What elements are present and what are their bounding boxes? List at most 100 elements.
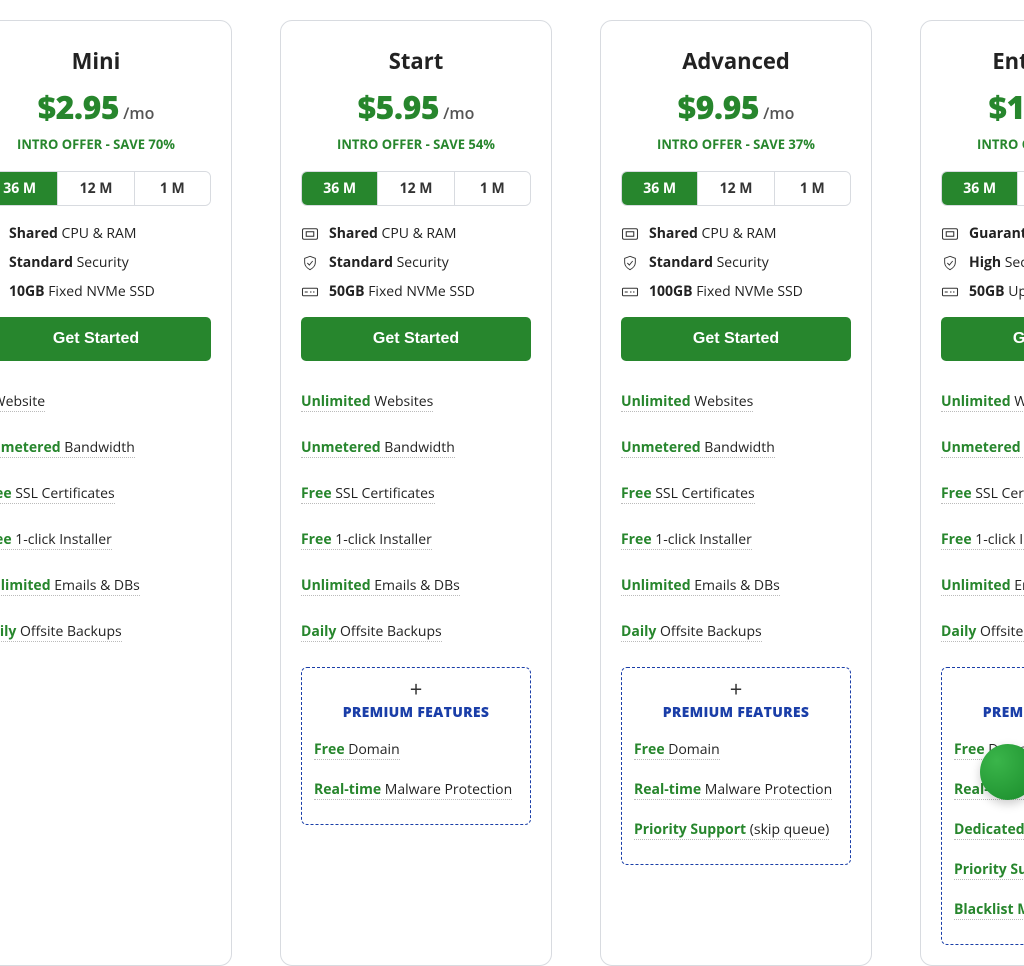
spec-list: Shared CPU & RAM Standard Security 100GB F…	[621, 224, 851, 301]
term-option[interactable]: 36 M	[622, 172, 697, 205]
ssd-icon	[301, 284, 319, 300]
premium-box: +PREMIUM FEATURESFree DomainReal-time Ma…	[301, 667, 531, 825]
premium-feature-item: Free Domain	[634, 740, 720, 760]
cpu-icon	[941, 226, 959, 242]
price-row: $9.95/mo	[621, 86, 851, 129]
term-selector: 36 M12 M1 M	[0, 171, 211, 206]
spec-row: Shared CPU & RAM	[0, 224, 211, 243]
feature-list: Unlimited WebsitesUnmetered BandwidthFre…	[621, 379, 851, 655]
feature-item: Daily Offsite Backups	[941, 622, 1024, 642]
term-selector: 36 M12 M1 M	[941, 171, 1024, 206]
spec-text: 50GB Fixed NVMe SSD	[329, 282, 475, 301]
plan-name: Entry Cloud	[941, 46, 1024, 76]
premium-feature-list: Free Domain Real-time Malware Protection P…	[634, 730, 838, 850]
get-started-button[interactable]: Get Started	[941, 317, 1024, 361]
spec-row: Shared CPU & RAM	[621, 224, 851, 243]
spec-row: 10GB Fixed NVMe SSD	[0, 282, 211, 301]
term-option[interactable]: 12 M	[1017, 172, 1024, 205]
spec-text: Shared CPU & RAM	[649, 224, 777, 243]
ssd-icon	[941, 284, 959, 300]
price-row: $5.95/mo	[301, 86, 531, 129]
feature-item: Unlimited Websites	[941, 392, 1024, 412]
get-started-button[interactable]: Get Started	[0, 317, 211, 361]
ssd-icon	[621, 284, 639, 300]
feature-item: Free SSL Certificates	[621, 484, 755, 504]
feature-item: Unlimited Emails & DBs	[0, 576, 140, 596]
premium-box: +PREMIUM FEATURESFree DomainReal-time Ma…	[941, 667, 1024, 945]
intro-offer: INTRO OFFER - SAVE 40%	[941, 135, 1024, 153]
pricing-card: Start$5.95/moINTRO OFFER - SAVE 54%36 M1…	[280, 20, 552, 966]
feature-item: Free SSL Certificates	[301, 484, 435, 504]
feature-item: Daily Offsite Backups	[301, 622, 442, 642]
spec-row: Guaranteed CPU & RAM	[941, 224, 1024, 243]
term-selector: 36 M12 M1 M	[621, 171, 851, 206]
premium-feature-item: Dedicated IP Address	[954, 820, 1024, 840]
term-option[interactable]: 1 M	[134, 172, 210, 205]
shield-icon	[301, 255, 319, 271]
plus-icon: +	[634, 678, 838, 700]
premium-box: + PREMIUM FEATURES Free Domain Real-time Ma…	[621, 667, 851, 865]
get-started-button[interactable]: Get Started	[301, 317, 531, 361]
get-started-button[interactable]: Get Started	[621, 317, 851, 361]
plan-name: Mini	[0, 46, 211, 76]
cpu-icon	[301, 226, 319, 242]
spec-text: 10GB Fixed NVMe SSD	[9, 282, 155, 301]
spec-row: 50GB Upgradeable NVMe SSD	[941, 282, 1024, 301]
term-selector: 36 M12 M1 M	[301, 171, 531, 206]
price-period: /mo	[763, 102, 794, 124]
feature-item: Unlimited Emails & DBs	[301, 576, 460, 596]
spec-text: Shared CPU & RAM	[329, 224, 457, 243]
spec-row: 50GB Fixed NVMe SSD	[301, 282, 531, 301]
feature-list: Unlimited WebsitesUnmetered BandwidthFre…	[941, 379, 1024, 655]
spec-row: Standard Security	[621, 253, 851, 272]
shield-icon	[621, 255, 639, 271]
spec-text: 100GB Fixed NVMe SSD	[649, 282, 803, 301]
term-option[interactable]: 36 M	[0, 172, 57, 205]
feature-item: Free 1-click Installer	[0, 530, 112, 550]
spec-text: Standard Security	[329, 253, 449, 272]
feature-item: Free 1-click Installer	[301, 530, 432, 550]
feature-list: 1 WebsiteUnmetered BandwidthFree SSL Cer…	[0, 379, 211, 655]
term-option[interactable]: 12 M	[57, 172, 133, 205]
spec-row: Shared CPU & RAM	[301, 224, 531, 243]
feature-item: Daily Offsite Backups	[621, 622, 762, 642]
spec-text: Guaranteed CPU & RAM	[969, 224, 1024, 243]
feature-item: Free SSL Certificates	[941, 484, 1024, 504]
term-option[interactable]: 12 M	[697, 172, 773, 205]
term-option[interactable]: 36 M	[942, 172, 1017, 205]
premium-feature-item: Priority Support (skip queue)	[954, 860, 1024, 880]
feature-item: Unlimited Websites	[301, 392, 433, 412]
feature-list: Unlimited Websites Unmetered Bandwidth Fre…	[301, 379, 531, 655]
spec-text: Standard Security	[9, 253, 129, 272]
premium-feature-item: Real-time Malware Protection	[314, 780, 512, 800]
premium-title: PREMIUM FEATURES	[954, 703, 1024, 722]
feature-item: Unlimited Websites	[621, 392, 753, 412]
feature-item: Free 1-click Installer	[941, 530, 1024, 550]
term-option[interactable]: 12 M	[377, 172, 453, 205]
price-value: $9.95	[678, 86, 759, 129]
price-row: $2.95/mo	[0, 86, 211, 129]
cpu-icon	[621, 226, 639, 242]
plus-icon: +	[954, 678, 1024, 700]
premium-feature-item: Blacklist Monitoring	[954, 900, 1024, 920]
pricing-card: Advanced$9.95/moINTRO OFFER - SAVE 37%36…	[600, 20, 872, 966]
intro-offer: INTRO OFFER - SAVE 70%	[0, 135, 211, 153]
price-value: $14.95	[989, 86, 1024, 129]
term-option[interactable]: 1 M	[454, 172, 530, 205]
premium-feature-item: Real-time Malware Protection	[634, 780, 832, 800]
term-option[interactable]: 1 M	[774, 172, 850, 205]
feature-item: Unmetered Bandwidth	[301, 438, 455, 458]
intro-offer: INTRO OFFER - SAVE 37%	[621, 135, 851, 153]
premium-title: PREMIUM FEATURES	[634, 703, 838, 722]
price-row: $14.95/mo	[941, 86, 1024, 129]
premium-feature-item: Priority Support (skip queue)	[634, 820, 829, 840]
premium-feature-list: Free DomainReal-time Malware Protection	[314, 730, 518, 810]
feature-item: Unlimited Emails & DBs	[621, 576, 780, 596]
spec-row: 100GB Fixed NVMe SSD	[621, 282, 851, 301]
feature-item: Free SSL Certificates	[0, 484, 115, 504]
price-period: /mo	[123, 102, 154, 124]
plan-name: Start	[301, 46, 531, 76]
term-option[interactable]: 36 M	[302, 172, 377, 205]
shield-icon	[941, 255, 959, 271]
spec-row: Standard Security	[301, 253, 531, 272]
